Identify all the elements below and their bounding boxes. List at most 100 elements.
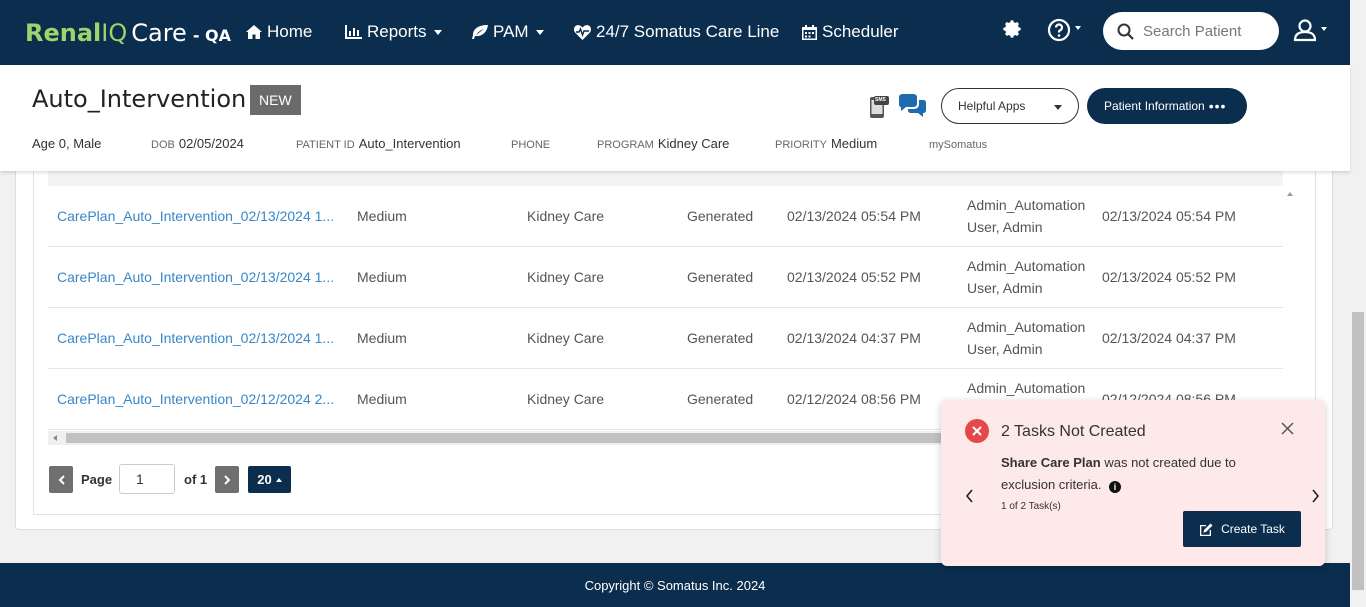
nav-pam-label: PAM <box>493 22 529 41</box>
cell-created: 02/13/2024 05:54 PM <box>787 208 921 224</box>
nav-careline-label: 24/7 Somatus Care Line <box>596 22 780 41</box>
cell-program: Kidney Care <box>527 269 605 285</box>
helpful-apps-dropdown[interactable]: Helpful Apps <box>941 88 1079 124</box>
mysomatus-label: mySomatus <box>929 139 988 151</box>
nav-home-label: Home <box>267 22 313 41</box>
page-scrollbar[interactable] <box>1350 0 1366 607</box>
dob-value: 02/05/2024 <box>178 136 244 151</box>
cell-program: Kidney Care <box>527 391 605 407</box>
cell-modified: 02/13/2024 05:52 PM <box>1102 269 1236 285</box>
page-of-label: of 1 <box>184 472 208 487</box>
patient-phone: PHONE <box>511 136 554 151</box>
cell-priority: Medium <box>357 330 407 346</box>
toast-close-button[interactable] <box>1281 422 1294 440</box>
page-number-input[interactable] <box>119 464 175 494</box>
cell-program: Kidney Care <box>527 330 605 346</box>
cell-user-wrap: Admin_Automation User, Admin <box>967 308 1087 368</box>
patient-program: PROGRAM Kidney Care <box>597 136 729 151</box>
user-menu-button[interactable] <box>1293 18 1327 47</box>
patient-id: PATIENT ID Auto_Intervention <box>296 136 461 151</box>
cell-user-wrap: Admin_Automation User, Admin <box>967 186 1087 246</box>
next-page-button[interactable] <box>215 466 239 493</box>
brand-renal: Renal <box>25 19 102 47</box>
home-icon <box>246 25 262 39</box>
task-error-toast: 2 Tasks Not Created Share Care Plan was … <box>941 400 1325 566</box>
scrollbar-thumb[interactable] <box>66 433 966 443</box>
footer: Copyright © Somatus Inc. 2024 <box>0 563 1350 607</box>
careplan-link[interactable]: CarePlan_Auto_Intervention_02/13/2024 1.… <box>57 186 334 246</box>
toast-next-button[interactable] <box>1311 489 1320 508</box>
toast-title: 2 Tasks Not Created <box>1001 423 1146 440</box>
nav-reports[interactable]: Reports <box>345 22 442 42</box>
chat-button[interactable] <box>897 94 927 123</box>
careplan-link[interactable]: CarePlan_Auto_Intervention_02/13/2024 1.… <box>57 308 334 368</box>
top-navbar: RenalIQ Care - QA Home Reports PAM 24/7 So… <box>0 0 1366 65</box>
cell-created: 02/13/2024 05:52 PM <box>787 269 921 285</box>
brand-logo[interactable]: RenalIQ Care - QA <box>25 19 231 47</box>
search-patient-input[interactable] <box>1143 22 1273 40</box>
page-scrollbar-thumb[interactable] <box>1352 312 1364 590</box>
heartbeat-icon <box>574 24 591 40</box>
chevron-down-icon <box>535 29 544 35</box>
cell-status: Generated <box>687 208 754 224</box>
page-size-value: 20 <box>257 472 272 487</box>
help-button[interactable] <box>1047 18 1081 47</box>
prev-page-button[interactable] <box>49 466 73 493</box>
chevron-down-icon <box>1054 105 1062 110</box>
leaf-icon <box>472 25 488 39</box>
toast-prev-button[interactable] <box>965 489 974 508</box>
chevron-down-icon <box>1075 26 1081 30</box>
settings-button[interactable] <box>1001 18 1023 45</box>
cell-program: Kidney Care <box>527 208 605 224</box>
cell-modified: 02/13/2024 04:37 PM <box>1102 330 1236 346</box>
edit-icon <box>1200 523 1213 536</box>
patient-information-button[interactable]: Patient Information ••• <box>1087 88 1247 124</box>
info-icon[interactable]: i <box>1109 481 1122 493</box>
careplan-link[interactable]: CarePlan_Auto_Intervention_02/12/2024 2.… <box>57 369 334 429</box>
chevron-up-icon <box>275 477 282 482</box>
nav-careline[interactable]: 24/7 Somatus Care Line <box>574 22 779 42</box>
scroll-up-arrow[interactable] <box>1287 192 1293 196</box>
chevron-left-icon <box>965 489 973 503</box>
chevron-down-icon <box>1321 27 1327 31</box>
close-icon <box>1281 422 1294 435</box>
nav-home[interactable]: Home <box>246 22 312 42</box>
patient-mysomatus: mySomatus <box>929 136 991 151</box>
cell-status: Generated <box>687 330 754 346</box>
cell-status: Generated <box>687 269 754 285</box>
error-icon <box>965 419 989 443</box>
cell-status: Generated <box>687 391 754 407</box>
toast-counter: 1 of 2 Task(s) <box>1001 501 1061 512</box>
table-row: CarePlan_Auto_Intervention_02/13/2024 1.… <box>48 186 1283 247</box>
toast-task-name: Share Care Plan <box>1001 455 1101 470</box>
patient-information-label: Patient Information <box>1104 99 1205 113</box>
scroll-left-arrow[interactable] <box>53 435 57 441</box>
nav-scheduler[interactable]: Scheduler <box>802 22 899 42</box>
brand-care: Care <box>131 19 187 47</box>
careplan-link[interactable]: CarePlan_Auto_Intervention_02/13/2024 1.… <box>57 247 334 307</box>
create-task-button[interactable]: Create Task <box>1183 511 1301 547</box>
more-dots-icon: ••• <box>1208 98 1227 114</box>
patient-dob: DOB 02/05/2024 <box>151 136 244 151</box>
page-label: Page <box>81 472 113 487</box>
program-value: Kidney Care <box>657 136 730 151</box>
search-icon <box>1117 23 1134 40</box>
patient-age-gender: Age 0, Male <box>32 136 102 151</box>
brand-env: - QA <box>192 26 232 45</box>
chevron-right-icon <box>223 474 230 485</box>
table-header <box>48 170 1283 186</box>
nav-scheduler-label: Scheduler <box>822 22 899 41</box>
sms-label: SMS <box>875 97 886 103</box>
page-size-select[interactable]: 20 <box>248 466 291 493</box>
sms-button[interactable]: SMS <box>868 95 890 124</box>
nav-pam[interactable]: PAM <box>472 22 544 42</box>
table-row: CarePlan_Auto_Intervention_02/13/2024 1.… <box>48 308 1283 369</box>
brand-iq: IQ <box>101 19 128 47</box>
priority-value: Medium <box>830 136 878 151</box>
question-circle-icon <box>1047 18 1071 42</box>
chevron-right-icon <box>1312 489 1320 503</box>
phone-label: PHONE <box>511 139 551 151</box>
user-icon <box>1293 19 1317 42</box>
cell-modified: 02/13/2024 05:54 PM <box>1102 208 1236 224</box>
copyright-text: Copyright © Somatus Inc. 2024 <box>584 577 766 593</box>
